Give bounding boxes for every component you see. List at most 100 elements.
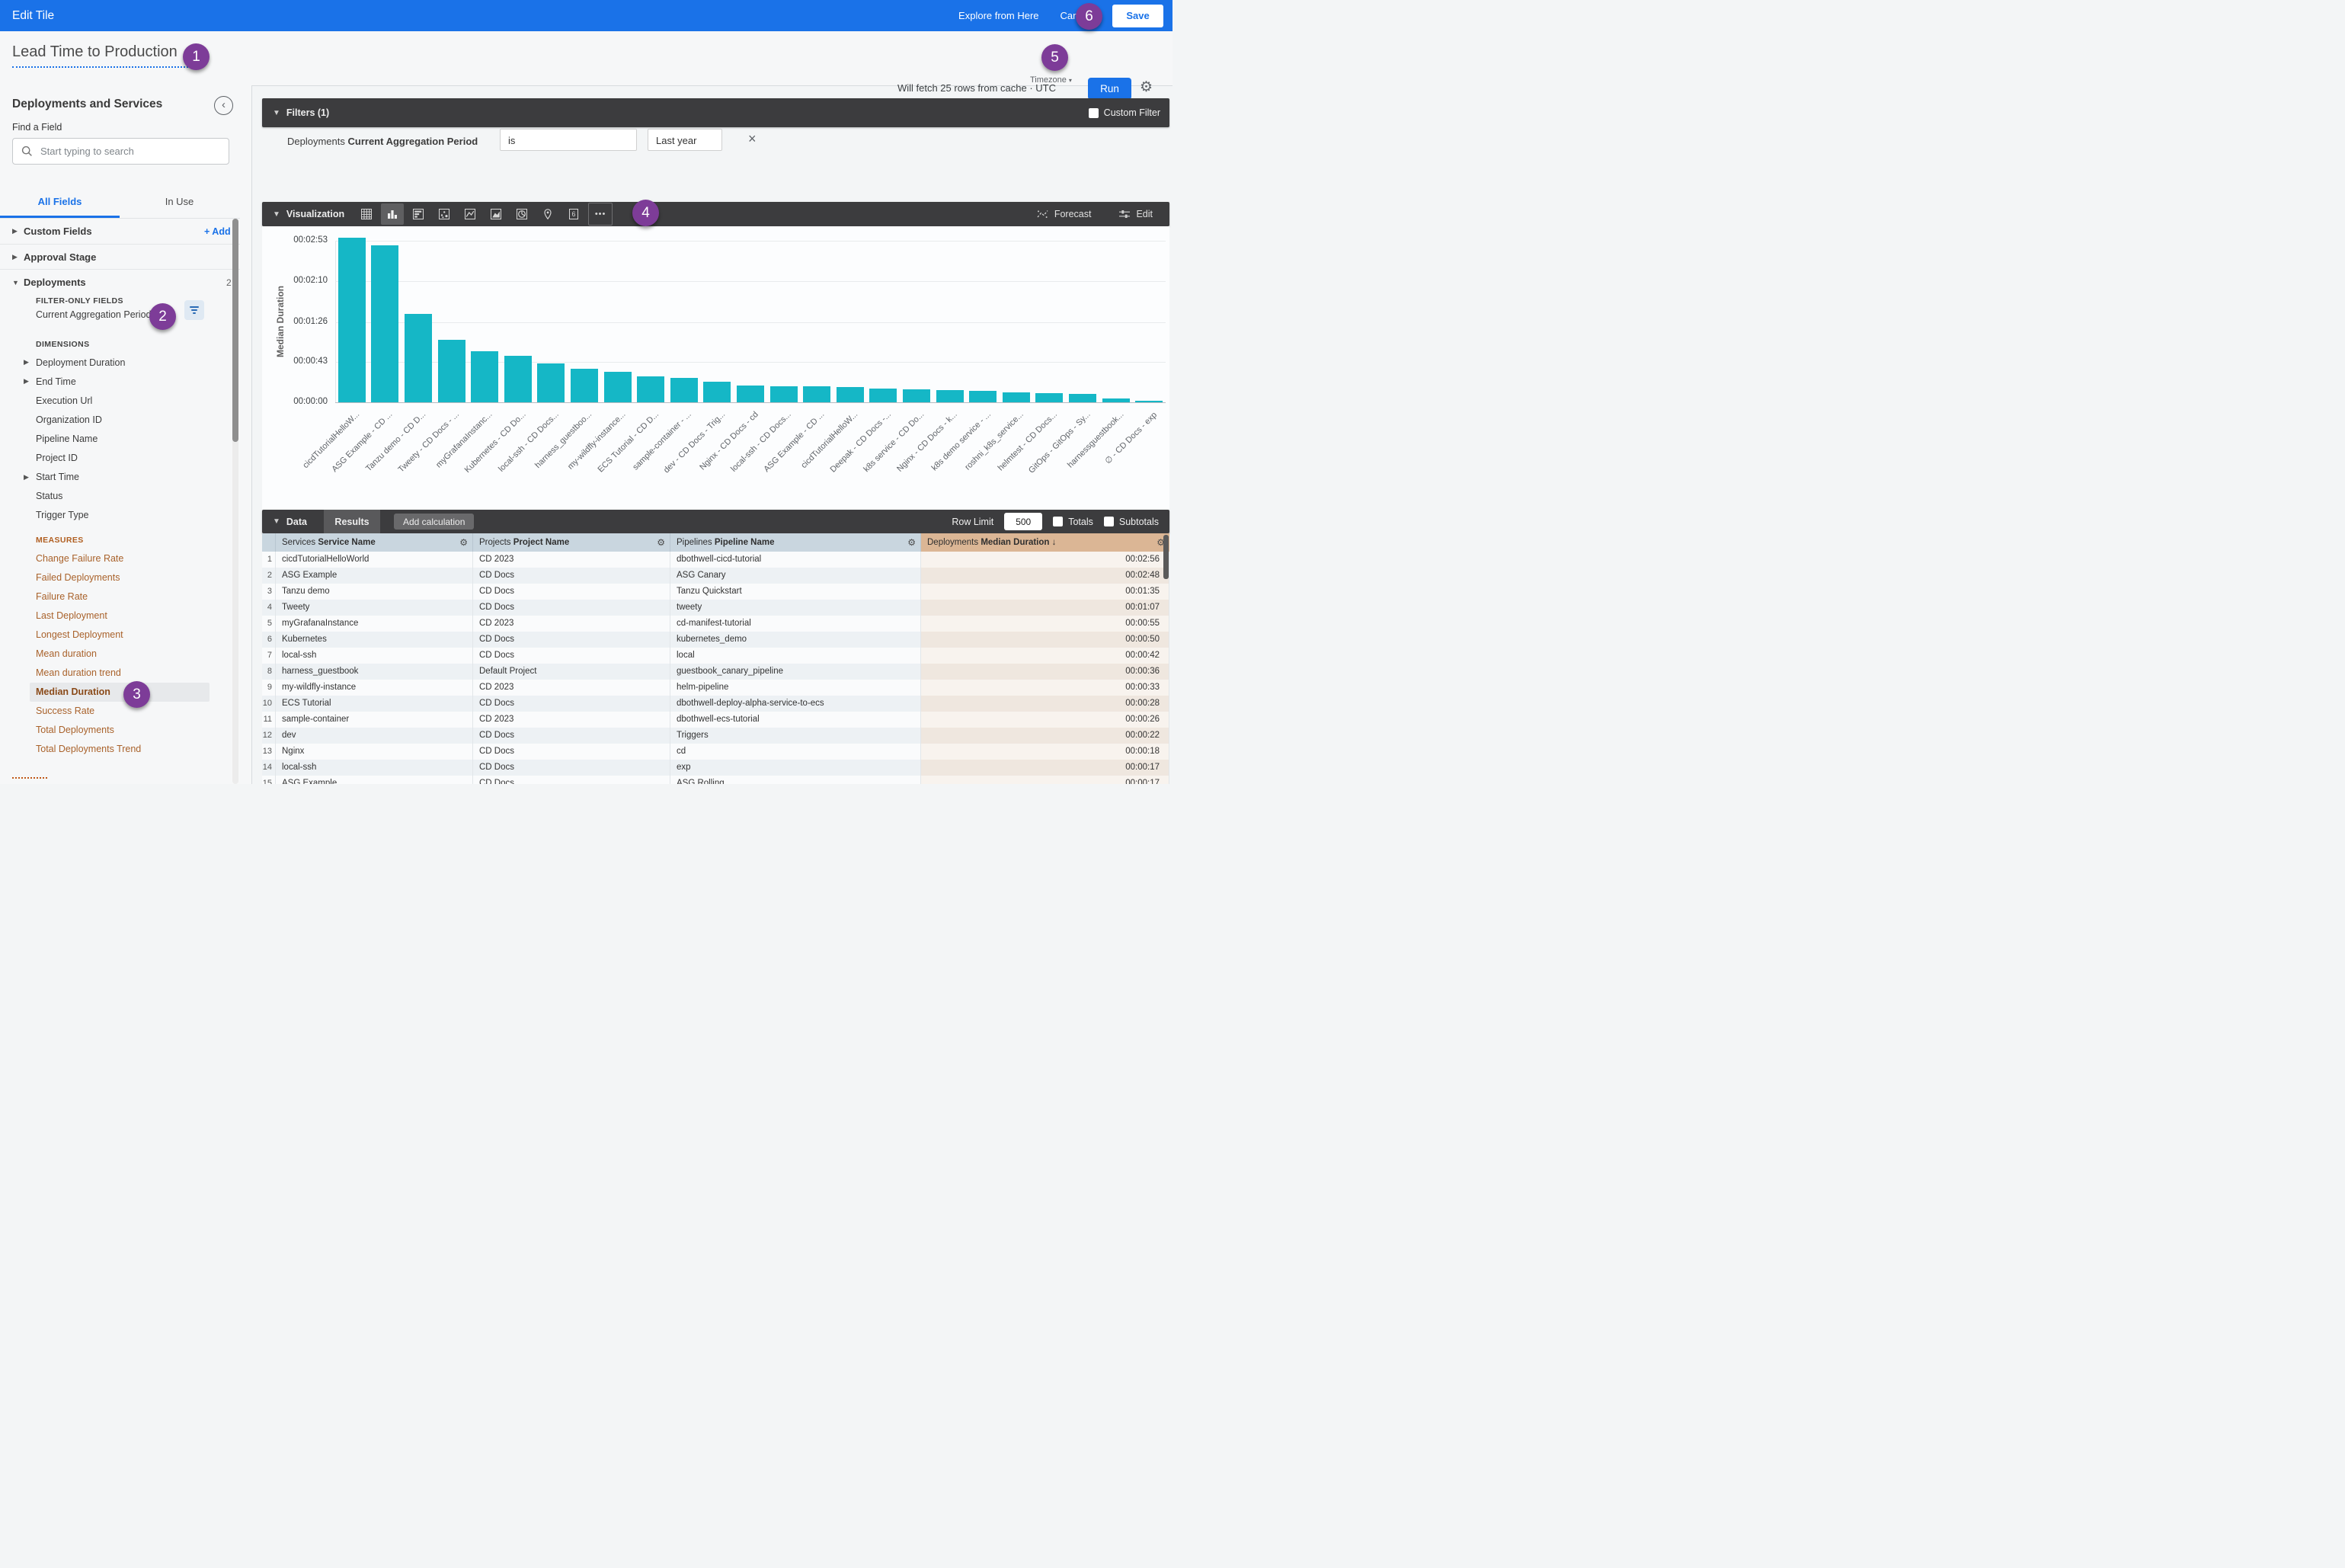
x-axis-label[interactable]: Kubernetes - CD Do... [462, 410, 527, 475]
bar-6[interactable] [504, 356, 532, 402]
sidebar-scrollbar-thumb[interactable] [232, 219, 238, 442]
table-cell[interactable]: cd-manifest-tutorial [670, 616, 921, 632]
x-axis-label[interactable]: harnessguestbook... [1066, 410, 1126, 470]
table-cell[interactable]: 00:01:35 [921, 584, 1169, 600]
scatter-icon[interactable] [433, 203, 456, 225]
table-cell[interactable]: dbothwell-cicd-tutorial [670, 552, 921, 568]
x-axis-label[interactable]: Nginx - CD Docs - cd [698, 410, 760, 472]
table-cell[interactable]: 00:00:18 [921, 744, 1169, 760]
table-cell[interactable]: 00:00:28 [921, 696, 1169, 712]
bar-18[interactable] [903, 389, 930, 402]
filter-icon[interactable] [184, 300, 204, 320]
table-cell[interactable]: ASG Rolling [670, 776, 921, 784]
table-cell[interactable]: dbothwell-deploy-alpha-service-to-ecs [670, 696, 921, 712]
table-cell[interactable]: ECS Tutorial [276, 696, 473, 712]
table-cell[interactable]: Kubernetes [276, 632, 473, 648]
column-chart-icon[interactable] [381, 203, 404, 225]
chevron-right-icon[interactable]: ▶ [24, 358, 29, 366]
bar-13[interactable] [737, 386, 764, 402]
table-cell[interactable]: local [670, 648, 921, 664]
field-item-success-rate[interactable]: Success Rate [0, 702, 240, 721]
bar-7[interactable] [537, 363, 565, 402]
column-header-pipeline-name[interactable]: Pipelines Pipeline Name ⚙ [670, 533, 921, 552]
bar-1[interactable] [338, 238, 366, 402]
x-axis-label[interactable]: ASG Example - CD ... [331, 410, 395, 474]
table-cell[interactable]: local-ssh [276, 760, 473, 776]
table-cell[interactable]: ASG Canary [670, 568, 921, 584]
table-scrollbar-thumb[interactable] [1163, 535, 1169, 579]
custom-filter-checkbox[interactable] [1089, 108, 1099, 118]
bar-4[interactable] [438, 340, 465, 402]
table-cell[interactable]: CD 2023 [473, 552, 670, 568]
collapse-sidebar-button[interactable]: ‹ [214, 96, 233, 115]
field-item-mean-duration-trend[interactable]: Mean duration trend [0, 664, 240, 683]
filter-value-input[interactable]: Last year [648, 129, 722, 151]
line-chart-icon[interactable] [459, 203, 481, 225]
table-cell[interactable]: 00:00:22 [921, 728, 1169, 744]
table-cell[interactable]: CD Docs [473, 632, 670, 648]
x-axis-label[interactable]: Deepak - CD Docs -... [828, 410, 893, 475]
table-icon[interactable] [355, 203, 378, 225]
x-axis-label[interactable]: myGrafanaInstanc... [434, 410, 494, 470]
table-cell[interactable]: Triggers [670, 728, 921, 744]
collapse-caret-icon[interactable]: ▼ [273, 109, 280, 117]
field-item-change-failure-rate[interactable]: Change Failure Rate [0, 549, 240, 568]
bar-9[interactable] [604, 372, 632, 402]
table-cell[interactable]: 00:01:07 [921, 600, 1169, 616]
table-cell[interactable]: CD Docs [473, 568, 670, 584]
bar-22[interactable] [1035, 393, 1063, 402]
bar-21[interactable] [1003, 392, 1030, 402]
x-axis-label[interactable]: k8s service - CD Do... [862, 410, 926, 474]
table-cell[interactable]: Tanzu Quickstart [670, 584, 921, 600]
bar-20[interactable] [969, 391, 997, 402]
table-cell[interactable]: 00:00:36 [921, 664, 1169, 680]
table-cell[interactable]: 00:02:56 [921, 552, 1169, 568]
table-cell[interactable]: my-wildfly-instance [276, 680, 473, 696]
map-pin-icon[interactable] [536, 203, 559, 225]
table-cell[interactable]: CD Docs [473, 600, 670, 616]
field-item-longest-deployment[interactable]: Longest Deployment [0, 625, 240, 644]
column-header-median-duration[interactable]: Deployments Median Duration ↓ ⚙ [921, 533, 1169, 552]
totals-checkbox[interactable] [1053, 517, 1063, 526]
table-cell[interactable]: CD 2023 [473, 616, 670, 632]
run-button[interactable]: Run [1088, 78, 1131, 100]
field-item-median-duration[interactable]: Median Duration [30, 683, 210, 702]
subtotals-checkbox[interactable] [1104, 517, 1114, 526]
table-cell[interactable]: CD Docs [473, 648, 670, 664]
table-cell[interactable]: CD 2023 [473, 680, 670, 696]
table-cell[interactable]: dbothwell-ecs-tutorial [670, 712, 921, 728]
field-item-last-deployment[interactable]: Last Deployment [0, 606, 240, 625]
x-axis-label[interactable]: roshni_k8s_service... [964, 410, 1026, 472]
x-axis-label[interactable]: GitOps - GitOps - Sy... [1027, 410, 1093, 475]
field-item-deployment-duration[interactable]: ▶Deployment Duration [0, 353, 240, 372]
field-item-total-deployments[interactable]: Total Deployments [0, 721, 240, 740]
table-cell[interactable]: kubernetes_demo [670, 632, 921, 648]
bar-15[interactable] [803, 386, 830, 402]
chevron-right-icon[interactable]: ▶ [24, 473, 29, 482]
row-limit-input[interactable] [1004, 513, 1042, 530]
collapse-caret-icon[interactable]: ▼ [273, 210, 280, 219]
field-item-total-deployments-trend[interactable]: Total Deployments Trend [0, 740, 240, 759]
field-item-status[interactable]: Status [0, 487, 240, 506]
bar-3[interactable] [405, 314, 432, 402]
table-cell[interactable]: myGrafanaInstance [276, 616, 473, 632]
table-cell[interactable]: CD Docs [473, 776, 670, 784]
add-calculation-button[interactable]: Add calculation [394, 514, 474, 530]
gear-icon[interactable]: ⚙ [1140, 78, 1153, 96]
x-axis-label[interactable]: cicdTutorialHelloW... [301, 410, 361, 470]
bar-23[interactable] [1069, 394, 1096, 402]
table-cell[interactable]: exp [670, 760, 921, 776]
x-axis-label[interactable]: Tanzu demo - CD D... [364, 410, 427, 473]
table-cell[interactable]: CD Docs [473, 584, 670, 600]
group-deployments[interactable]: ▼ Deployments 2 [0, 273, 240, 292]
bar-12[interactable] [703, 382, 731, 402]
x-axis-label[interactable]: sample-container - ... [632, 410, 694, 472]
table-cell[interactable]: CD Docs [473, 760, 670, 776]
field-item-execution-url[interactable]: Execution Url [0, 391, 240, 410]
table-cell[interactable]: 00:00:42 [921, 648, 1169, 664]
field-item-mean-duration[interactable]: Mean duration [0, 644, 240, 663]
table-cell[interactable]: 00:02:48 [921, 568, 1169, 584]
single-value-icon[interactable]: 6 [562, 203, 585, 225]
field-item-organization-id[interactable]: Organization ID [0, 410, 240, 429]
table-cell[interactable]: ASG Example [276, 776, 473, 784]
